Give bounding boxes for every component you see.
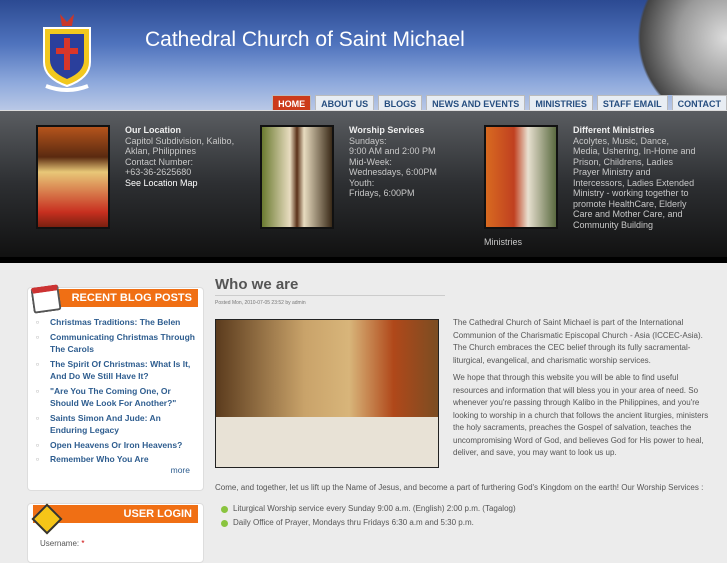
schedule-line: Wednesdays, 6:00PM: [349, 167, 437, 177]
blog-post-link[interactable]: "Are You The Coming One, Or Should We Lo…: [36, 385, 198, 410]
blog-post-link[interactable]: Remember Who You Are: [36, 453, 198, 466]
clergy-altar-photo: [215, 319, 439, 468]
nav-staff-email[interactable]: STAFF EMAIL: [596, 95, 668, 110]
contact-label: Contact Number:: [125, 156, 194, 167]
site-title[interactable]: Cathedral Church of Saint Michael: [145, 28, 465, 52]
cathedral-logo[interactable]: [32, 10, 102, 92]
services-section: Come, and together, let us lift up the N…: [215, 482, 715, 532]
church-interior-image: [36, 125, 110, 229]
features-band: Our Location Capitol Subdivision, Kalibo…: [0, 111, 727, 257]
calendar-icon: [30, 284, 62, 314]
schedule-line: Sundays:: [349, 135, 387, 146]
altar-cross-image: [260, 125, 334, 229]
blog-post-link[interactable]: Saints Simon And Jude: An Enduring Legac…: [36, 412, 198, 437]
service-item: Liturgical Worship service every Sunday …: [215, 503, 715, 516]
divider: [0, 257, 727, 263]
service-item: Daily Office of Prayer, Mondays thru Fri…: [215, 517, 715, 530]
user-login-block: USER LOGIN Username: *: [27, 503, 204, 563]
intro-text: The Cathedral Church of Saint Michael is…: [453, 317, 713, 465]
more-link[interactable]: more: [171, 465, 190, 475]
location-map-link[interactable]: See Location Map: [125, 178, 198, 188]
feature-title: Our Location: [125, 125, 181, 135]
paragraph: We hope that through this website you wi…: [453, 373, 709, 457]
main-content: Who we are Posted Mon, 2010-07-05 23:52 …: [215, 276, 715, 527]
mosaic-globe-image: [617, 0, 727, 95]
recent-blog-posts-block: RECENT BLOG POSTS Christmas Traditions: …: [27, 284, 204, 491]
blog-post-link[interactable]: Communicating Christmas Through The Caro…: [36, 331, 198, 356]
feature-title: Worship Services: [349, 125, 425, 135]
post-meta: Posted Mon, 2010-07-05 23:52 by admin: [215, 300, 306, 306]
nav-contact[interactable]: CONTACT: [671, 95, 727, 110]
schedule-line: 9:00 AM and 2:00 PM: [349, 146, 436, 156]
address: Capitol Subdivision, Kalibo, Aklan, Phil…: [125, 135, 235, 157]
schedule-line: Mid-Week:: [349, 156, 392, 167]
main-nav: HOME ABOUT US BLOGS NEWS AND EVENTS MINI…: [272, 95, 727, 110]
page-title: Who we are: [215, 276, 445, 296]
blog-post-link[interactable]: Christmas Traditions: The Belen: [36, 316, 198, 329]
invitation-text: Come, and together, let us lift up the N…: [215, 483, 704, 492]
feature-title: Different Ministries: [573, 125, 655, 135]
ministries-tail: Ministries: [484, 237, 523, 247]
schedule-line: Youth:: [349, 177, 375, 188]
nav-about-us[interactable]: ABOUT US: [315, 95, 375, 110]
blog-post-link[interactable]: Open Heavens Or Iron Heavens?: [36, 439, 198, 452]
nav-news-and-events[interactable]: NEWS AND EVENTS: [426, 95, 526, 110]
nav-blogs[interactable]: BLOGS: [378, 95, 423, 110]
nav-ministries[interactable]: MINISTRIES: [529, 95, 593, 110]
header: Cathedral Church of Saint Michael HOME A…: [0, 0, 727, 111]
username-label: Username: *: [40, 539, 85, 548]
schedule-line: Fridays, 6:00PM: [349, 188, 415, 198]
blog-post-link[interactable]: The Spirit Of Christmas: What Is It, And…: [36, 358, 198, 383]
paragraph: The Cathedral Church of Saint Michael is…: [453, 318, 703, 365]
ministry-image: [484, 125, 558, 229]
ministries-text: Acolytes, Music, Dance, Media, Ushering,…: [573, 135, 696, 230]
phone-number: +63-36-2625680: [125, 167, 192, 177]
nav-home[interactable]: HOME: [272, 95, 312, 110]
